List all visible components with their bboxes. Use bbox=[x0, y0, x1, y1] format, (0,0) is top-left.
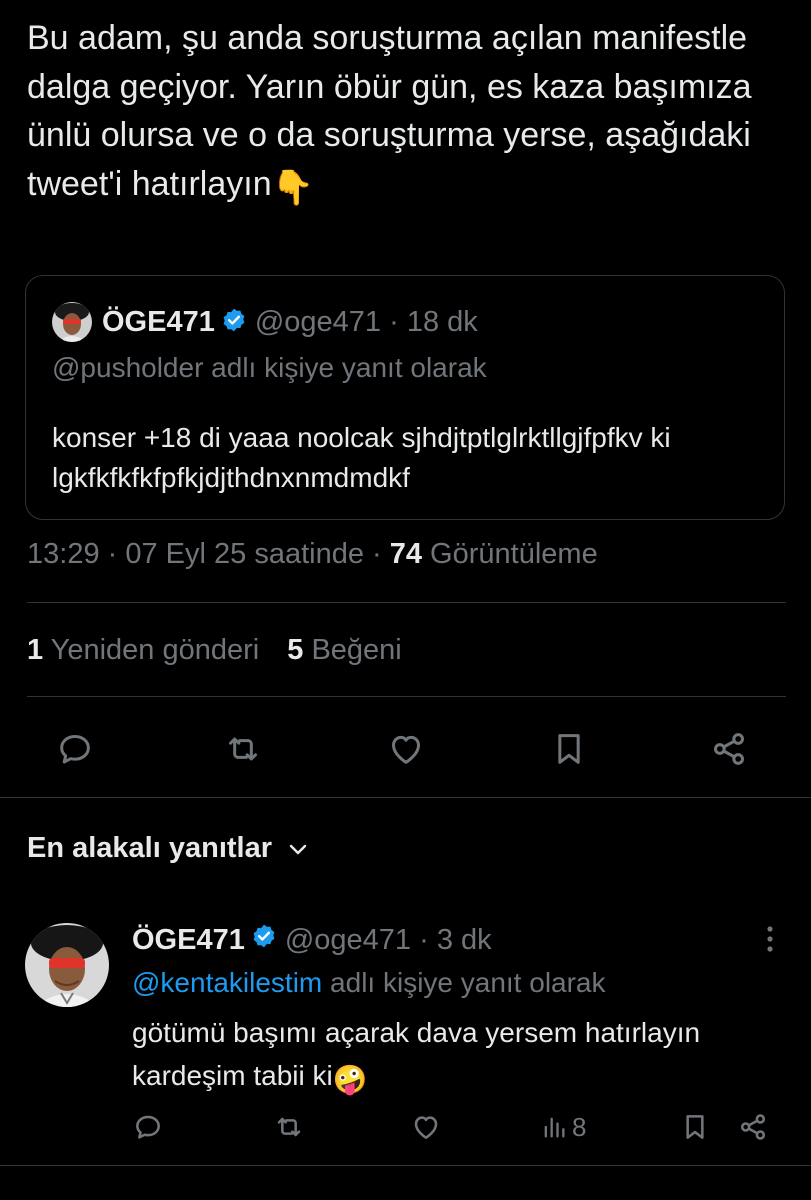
verified-badge-icon bbox=[221, 307, 247, 338]
reply-tweet[interactable]: ÖGE471 @oge471 · 3 dk @kentakilestim adl… bbox=[0, 905, 811, 1165]
like-button[interactable] bbox=[377, 720, 435, 778]
divider bbox=[27, 602, 786, 603]
views-button[interactable]: 8 bbox=[540, 1105, 586, 1149]
reply-mention-link[interactable]: @kentakilestim bbox=[132, 967, 322, 998]
views-count: 74 bbox=[389, 538, 422, 570]
repost-icon bbox=[229, 737, 257, 761]
views-label: Görüntüleme bbox=[422, 538, 598, 570]
reply-author-handle[interactable]: @oge471 · 3 dk bbox=[285, 924, 492, 957]
reply-context-suffix: adlı kişiye yanıt olarak bbox=[322, 967, 606, 998]
repost-button[interactable] bbox=[271, 1105, 307, 1149]
reply-button[interactable] bbox=[130, 1105, 166, 1149]
divider bbox=[27, 696, 786, 697]
reply-author-name[interactable]: ÖGE471 bbox=[132, 924, 245, 957]
pointing-down-emoji: 👇 bbox=[271, 168, 314, 207]
engagement-stats: 1 Yeniden gönderi 5 Beğeni bbox=[27, 634, 402, 667]
repost-button[interactable] bbox=[214, 720, 272, 778]
tweet-text-content: Bu adam, şu anda soruşturma açılan manif… bbox=[27, 19, 752, 203]
zany-face-emoji: 🤪 bbox=[332, 1064, 368, 1095]
like-button[interactable] bbox=[408, 1105, 444, 1149]
repost-icon bbox=[277, 1117, 301, 1137]
divider bbox=[0, 1165, 811, 1166]
heart-icon bbox=[414, 1116, 438, 1139]
bookmark-icon bbox=[686, 1115, 704, 1139]
reply-button[interactable] bbox=[46, 720, 104, 778]
verified-badge-icon bbox=[251, 923, 277, 957]
views-count: 8 bbox=[572, 1111, 587, 1142]
heart-icon bbox=[392, 735, 420, 764]
reply-header: ÖGE471 @oge471 · 3 dk bbox=[132, 920, 492, 960]
share-button[interactable] bbox=[700, 720, 758, 778]
divider bbox=[0, 797, 811, 798]
reply-action-bar: 8 bbox=[0, 1105, 811, 1149]
views-icon bbox=[544, 1117, 565, 1138]
reply-text: götümü başımı açarak dava yersem hatırla… bbox=[132, 1011, 802, 1101]
likes-count[interactable]: 5 bbox=[287, 634, 303, 666]
replies-sort-dropdown[interactable]: En alakalı yanıtlar bbox=[27, 832, 310, 865]
tweet-timestamp[interactable]: 13:29 · 07 Eyl 25 saatinde · bbox=[27, 538, 390, 570]
share-button[interactable] bbox=[735, 1105, 771, 1149]
reply-text-content: götümü başımı açarak dava yersem hatırla… bbox=[132, 1017, 701, 1091]
quoted-tweet-card[interactable]: ÖGE471 @oge471 · 18 dk @pusholder adlı k… bbox=[25, 275, 785, 520]
reply-context: @kentakilestim adlı kişiye yanıt olarak bbox=[132, 963, 606, 1003]
quoted-tweet-text: konser +18 di yaaa noolcak sjhdjtptlglrk… bbox=[52, 422, 671, 493]
more-icon bbox=[767, 926, 773, 952]
bookmark-button[interactable] bbox=[677, 1105, 713, 1149]
bookmark-button[interactable] bbox=[540, 720, 598, 778]
reposts-label[interactable]: Yeniden gönderi bbox=[43, 634, 260, 666]
avatar[interactable] bbox=[25, 923, 109, 1007]
tweet-action-bar bbox=[0, 720, 811, 778]
reply-icon bbox=[60, 735, 90, 764]
quoted-tweet-header: ÖGE471 @oge471 · 18 dk bbox=[52, 302, 478, 342]
quoted-author-name[interactable]: ÖGE471 bbox=[102, 306, 215, 339]
bookmark-icon bbox=[558, 734, 580, 764]
more-options-button[interactable] bbox=[752, 919, 788, 959]
reply-icon bbox=[136, 1115, 160, 1139]
tweet-text: Bu adam, şu anda soruşturma açılan manif… bbox=[27, 14, 787, 212]
share-icon bbox=[740, 1114, 766, 1140]
replies-sort-label: En alakalı yanıtlar bbox=[27, 832, 273, 864]
share-icon bbox=[714, 733, 744, 765]
quoted-author-handle[interactable]: @oge471 · 18 dk bbox=[255, 306, 478, 339]
quoted-reply-context: @pusholder adlı kişiye yanıt olarak bbox=[52, 352, 487, 383]
tweet-metadata: 13:29 · 07 Eyl 25 saatinde · 74 Görüntül… bbox=[27, 538, 598, 571]
reposts-count[interactable]: 1 bbox=[27, 634, 43, 666]
avatar[interactable] bbox=[52, 302, 92, 342]
likes-label[interactable]: Beğeni bbox=[303, 634, 401, 666]
chevron-down-icon bbox=[286, 837, 310, 861]
